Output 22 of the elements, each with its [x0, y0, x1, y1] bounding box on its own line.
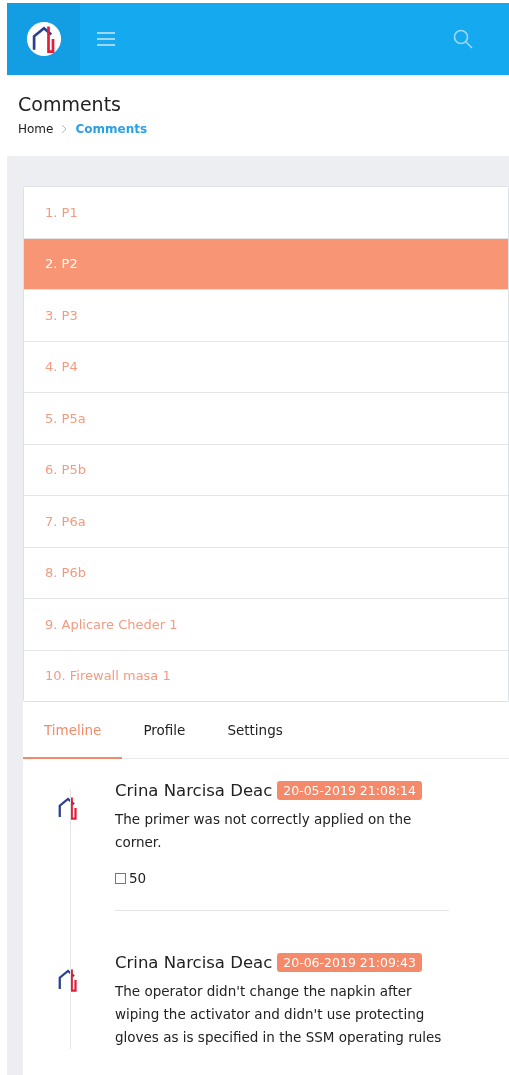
page-title: Comments — [18, 93, 122, 115]
menu-icon — [97, 32, 115, 46]
author-name: Crina Narcisa Deac — [115, 953, 273, 972]
breadcrumb-link[interactable]: Comments — [75, 122, 148, 136]
tab[interactable]: Timeline — [23, 702, 123, 759]
timestamp-badge: 20-05-2019 21:08:14 — [277, 781, 422, 800]
comment-text: The primer was not correctly applied on the corner. — [115, 810, 413, 852]
count-text: 50 — [129, 870, 147, 886]
menu-button[interactable] — [97, 32, 115, 46]
author-name: Crina Narcisa Deac — [115, 781, 273, 800]
comment-text: The operator didn't change the napkin after wiping the activator and didn't use protecting gloves as is specified in the SSM operating rules — [115, 982, 443, 1047]
search-icon — [453, 29, 473, 49]
list-item[interactable]: 2. P2 — [24, 237, 508, 289]
square-icon — [115, 872, 126, 884]
logo — [25, 21, 62, 57]
chevron-icon — [61, 124, 68, 134]
list-item[interactable]: 10. Firewall masa 1 — [24, 649, 508, 701]
search-button[interactable] — [453, 29, 473, 49]
tab[interactable]: Settings — [206, 702, 304, 759]
timestamp-badge: 20-06-2019 21:09:43 — [277, 953, 422, 972]
breadcrumb-link[interactable]: Home — [18, 122, 54, 136]
tab[interactable]: Profile — [122, 702, 207, 759]
